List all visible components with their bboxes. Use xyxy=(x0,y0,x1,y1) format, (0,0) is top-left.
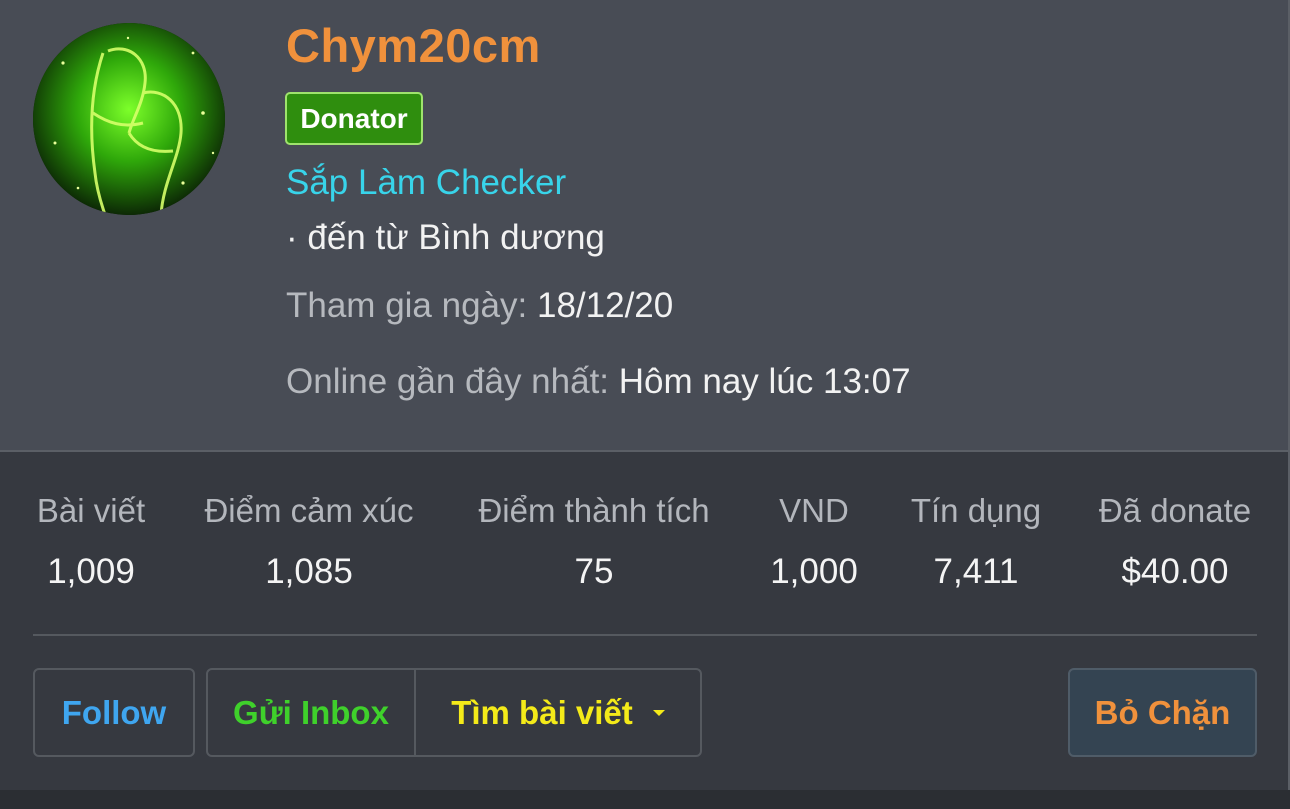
username[interactable]: Chym20cm xyxy=(286,18,541,73)
stat-label: VND xyxy=(779,492,849,529)
avatar[interactable] xyxy=(33,23,225,215)
joined-label: Tham gia ngày: xyxy=(286,286,528,325)
stat-value: 1,009 xyxy=(47,552,135,591)
stat-value: 1,085 xyxy=(265,552,353,591)
joined-row: Tham gia ngày: 18/12/20 xyxy=(286,286,673,326)
profile-header: Chym20cm Donator Sắp Làm Checker · đến t… xyxy=(0,0,1288,450)
last-seen-row: Online gần đây nhất: Hôm nay lúc 13:07 xyxy=(286,362,911,402)
stat-posts[interactable]: Bài viết 1,009 xyxy=(33,492,149,592)
stat-label: Đã donate xyxy=(1098,492,1252,529)
stat-value: $40.00 xyxy=(1121,552,1229,591)
stat-label: Bài viết xyxy=(36,492,146,529)
user-location: · đến từ Bình dương xyxy=(286,218,605,257)
stat-donated: Đã donate $40.00 xyxy=(1087,492,1263,592)
stat-vnd: VND 1,000 xyxy=(763,492,865,592)
last-seen-value: Hôm nay lúc 13:07 xyxy=(618,362,911,401)
divider xyxy=(33,634,1257,636)
stat-label: Điểm thành tích xyxy=(478,492,710,529)
stat-label: Tín dụng xyxy=(910,492,1042,529)
stat-credit: Tín dụng 7,411 xyxy=(903,492,1049,592)
stat-label: Điểm cảm xúc xyxy=(204,492,414,529)
follow-button[interactable]: Follow xyxy=(33,668,195,757)
find-posts-label: Tìm bài viết xyxy=(451,693,633,731)
stat-value: 7,411 xyxy=(933,552,1019,591)
unblock-button[interactable]: Bỏ Chặn xyxy=(1068,668,1257,757)
stat-achievements[interactable]: Điểm thành tích 75 xyxy=(467,492,721,592)
caret-down-icon xyxy=(652,709,665,716)
stat-reactions[interactable]: Điểm cảm xúc 1,085 xyxy=(195,492,423,592)
donator-badge: Donator xyxy=(285,92,423,145)
avatar-image xyxy=(33,23,225,215)
stat-value: 1,000 xyxy=(770,552,858,591)
find-posts-dropdown[interactable]: Tìm bài viết xyxy=(414,668,702,757)
send-inbox-button[interactable]: Gửi Inbox xyxy=(206,668,416,757)
stats-row: Bài viết 1,009 Điểm cảm xúc 1,085 Điểm t… xyxy=(33,492,1257,602)
profile-card: Chym20cm Donator Sắp Làm Checker · đến t… xyxy=(0,0,1290,792)
joined-value: 18/12/20 xyxy=(536,286,674,325)
stat-value: 75 xyxy=(574,552,614,591)
last-seen-label: Online gần đây nhất: xyxy=(286,362,610,401)
user-title: Sắp Làm Checker xyxy=(286,163,567,202)
page-background xyxy=(0,790,1290,809)
